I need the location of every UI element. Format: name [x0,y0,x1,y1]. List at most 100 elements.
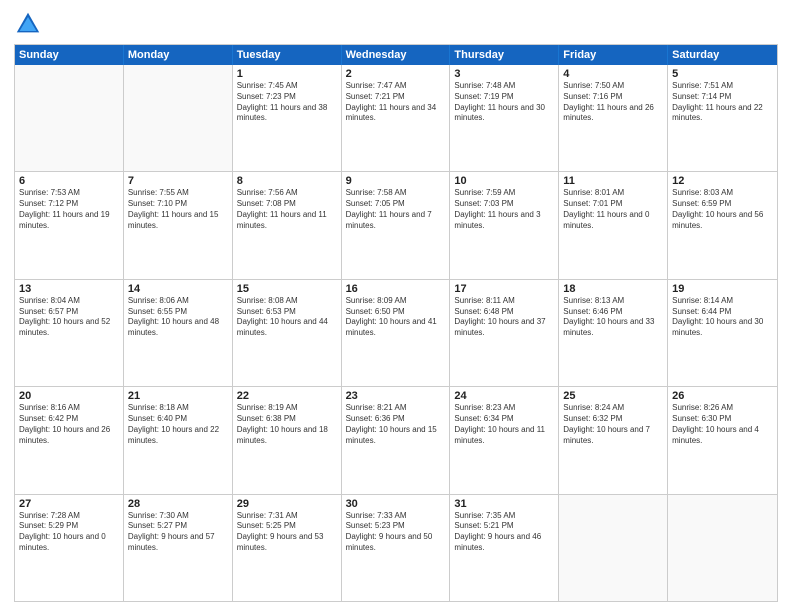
cell-details: Sunrise: 8:16 AM Sunset: 6:42 PM Dayligh… [19,403,119,446]
cell-details: Sunrise: 7:47 AM Sunset: 7:21 PM Dayligh… [346,81,446,124]
calendar-cell [124,65,233,171]
cell-details: Sunrise: 7:56 AM Sunset: 7:08 PM Dayligh… [237,188,337,231]
cell-details: Sunrise: 7:31 AM Sunset: 5:25 PM Dayligh… [237,511,337,554]
cell-details: Sunrise: 8:18 AM Sunset: 6:40 PM Dayligh… [128,403,228,446]
day-number: 29 [237,498,337,510]
cell-details: Sunrise: 8:01 AM Sunset: 7:01 PM Dayligh… [563,188,663,231]
calendar-row-4: 27Sunrise: 7:28 AM Sunset: 5:29 PM Dayli… [15,494,777,601]
calendar-cell: 30Sunrise: 7:33 AM Sunset: 5:23 PM Dayli… [342,495,451,601]
day-number: 9 [346,175,446,187]
calendar-cell: 11Sunrise: 8:01 AM Sunset: 7:01 PM Dayli… [559,172,668,278]
cell-details: Sunrise: 7:50 AM Sunset: 7:16 PM Dayligh… [563,81,663,124]
calendar-header: SundayMondayTuesdayWednesdayThursdayFrid… [15,45,777,65]
day-number: 3 [454,68,554,80]
calendar-cell: 22Sunrise: 8:19 AM Sunset: 6:38 PM Dayli… [233,387,342,493]
calendar-cell: 28Sunrise: 7:30 AM Sunset: 5:27 PM Dayli… [124,495,233,601]
weekday-header-tuesday: Tuesday [233,45,342,65]
calendar-cell [668,495,777,601]
cell-details: Sunrise: 8:19 AM Sunset: 6:38 PM Dayligh… [237,403,337,446]
cell-details: Sunrise: 8:06 AM Sunset: 6:55 PM Dayligh… [128,296,228,339]
calendar-cell: 31Sunrise: 7:35 AM Sunset: 5:21 PM Dayli… [450,495,559,601]
cell-details: Sunrise: 8:11 AM Sunset: 6:48 PM Dayligh… [454,296,554,339]
weekday-header-friday: Friday [559,45,668,65]
calendar-cell: 21Sunrise: 8:18 AM Sunset: 6:40 PM Dayli… [124,387,233,493]
logo [14,10,46,38]
day-number: 23 [346,390,446,402]
calendar-cell: 8Sunrise: 7:56 AM Sunset: 7:08 PM Daylig… [233,172,342,278]
weekday-header-wednesday: Wednesday [342,45,451,65]
calendar-cell: 19Sunrise: 8:14 AM Sunset: 6:44 PM Dayli… [668,280,777,386]
day-number: 31 [454,498,554,510]
cell-details: Sunrise: 8:13 AM Sunset: 6:46 PM Dayligh… [563,296,663,339]
day-number: 27 [19,498,119,510]
cell-details: Sunrise: 8:14 AM Sunset: 6:44 PM Dayligh… [672,296,773,339]
cell-details: Sunrise: 8:09 AM Sunset: 6:50 PM Dayligh… [346,296,446,339]
weekday-header-thursday: Thursday [450,45,559,65]
calendar-cell: 2Sunrise: 7:47 AM Sunset: 7:21 PM Daylig… [342,65,451,171]
calendar-cell: 9Sunrise: 7:58 AM Sunset: 7:05 PM Daylig… [342,172,451,278]
calendar-cell: 10Sunrise: 7:59 AM Sunset: 7:03 PM Dayli… [450,172,559,278]
day-number: 7 [128,175,228,187]
day-number: 13 [19,283,119,295]
cell-details: Sunrise: 8:26 AM Sunset: 6:30 PM Dayligh… [672,403,773,446]
calendar-row-1: 6Sunrise: 7:53 AM Sunset: 7:12 PM Daylig… [15,171,777,278]
calendar-cell: 13Sunrise: 8:04 AM Sunset: 6:57 PM Dayli… [15,280,124,386]
calendar-row-0: 1Sunrise: 7:45 AM Sunset: 7:23 PM Daylig… [15,65,777,171]
calendar-cell: 7Sunrise: 7:55 AM Sunset: 7:10 PM Daylig… [124,172,233,278]
weekday-header-saturday: Saturday [668,45,777,65]
calendar-cell: 6Sunrise: 7:53 AM Sunset: 7:12 PM Daylig… [15,172,124,278]
day-number: 11 [563,175,663,187]
calendar-cell: 29Sunrise: 7:31 AM Sunset: 5:25 PM Dayli… [233,495,342,601]
day-number: 8 [237,175,337,187]
day-number: 16 [346,283,446,295]
calendar-cell: 5Sunrise: 7:51 AM Sunset: 7:14 PM Daylig… [668,65,777,171]
day-number: 5 [672,68,773,80]
cell-details: Sunrise: 7:58 AM Sunset: 7:05 PM Dayligh… [346,188,446,231]
day-number: 28 [128,498,228,510]
day-number: 21 [128,390,228,402]
day-number: 19 [672,283,773,295]
cell-details: Sunrise: 7:55 AM Sunset: 7:10 PM Dayligh… [128,188,228,231]
calendar-cell: 24Sunrise: 8:23 AM Sunset: 6:34 PM Dayli… [450,387,559,493]
calendar-cell: 18Sunrise: 8:13 AM Sunset: 6:46 PM Dayli… [559,280,668,386]
calendar-cell: 12Sunrise: 8:03 AM Sunset: 6:59 PM Dayli… [668,172,777,278]
calendar-cell: 17Sunrise: 8:11 AM Sunset: 6:48 PM Dayli… [450,280,559,386]
day-number: 25 [563,390,663,402]
calendar-cell: 26Sunrise: 8:26 AM Sunset: 6:30 PM Dayli… [668,387,777,493]
day-number: 22 [237,390,337,402]
cell-details: Sunrise: 7:51 AM Sunset: 7:14 PM Dayligh… [672,81,773,124]
cell-details: Sunrise: 8:04 AM Sunset: 6:57 PM Dayligh… [19,296,119,339]
calendar-body: 1Sunrise: 7:45 AM Sunset: 7:23 PM Daylig… [15,65,777,601]
day-number: 26 [672,390,773,402]
day-number: 15 [237,283,337,295]
calendar: SundayMondayTuesdayWednesdayThursdayFrid… [14,44,778,602]
day-number: 30 [346,498,446,510]
calendar-cell: 23Sunrise: 8:21 AM Sunset: 6:36 PM Dayli… [342,387,451,493]
day-number: 24 [454,390,554,402]
calendar-cell: 1Sunrise: 7:45 AM Sunset: 7:23 PM Daylig… [233,65,342,171]
calendar-cell: 15Sunrise: 8:08 AM Sunset: 6:53 PM Dayli… [233,280,342,386]
cell-details: Sunrise: 8:08 AM Sunset: 6:53 PM Dayligh… [237,296,337,339]
day-number: 1 [237,68,337,80]
cell-details: Sunrise: 7:59 AM Sunset: 7:03 PM Dayligh… [454,188,554,231]
header [14,10,778,38]
calendar-cell [559,495,668,601]
day-number: 2 [346,68,446,80]
cell-details: Sunrise: 7:28 AM Sunset: 5:29 PM Dayligh… [19,511,119,554]
weekday-header-sunday: Sunday [15,45,124,65]
calendar-cell [15,65,124,171]
calendar-cell: 3Sunrise: 7:48 AM Sunset: 7:19 PM Daylig… [450,65,559,171]
cell-details: Sunrise: 7:53 AM Sunset: 7:12 PM Dayligh… [19,188,119,231]
calendar-cell: 16Sunrise: 8:09 AM Sunset: 6:50 PM Dayli… [342,280,451,386]
calendar-cell: 20Sunrise: 8:16 AM Sunset: 6:42 PM Dayli… [15,387,124,493]
day-number: 14 [128,283,228,295]
calendar-row-2: 13Sunrise: 8:04 AM Sunset: 6:57 PM Dayli… [15,279,777,386]
cell-details: Sunrise: 8:24 AM Sunset: 6:32 PM Dayligh… [563,403,663,446]
day-number: 4 [563,68,663,80]
cell-details: Sunrise: 8:23 AM Sunset: 6:34 PM Dayligh… [454,403,554,446]
day-number: 20 [19,390,119,402]
calendar-cell: 14Sunrise: 8:06 AM Sunset: 6:55 PM Dayli… [124,280,233,386]
calendar-cell: 4Sunrise: 7:50 AM Sunset: 7:16 PM Daylig… [559,65,668,171]
calendar-cell: 25Sunrise: 8:24 AM Sunset: 6:32 PM Dayli… [559,387,668,493]
page: SundayMondayTuesdayWednesdayThursdayFrid… [0,0,792,612]
